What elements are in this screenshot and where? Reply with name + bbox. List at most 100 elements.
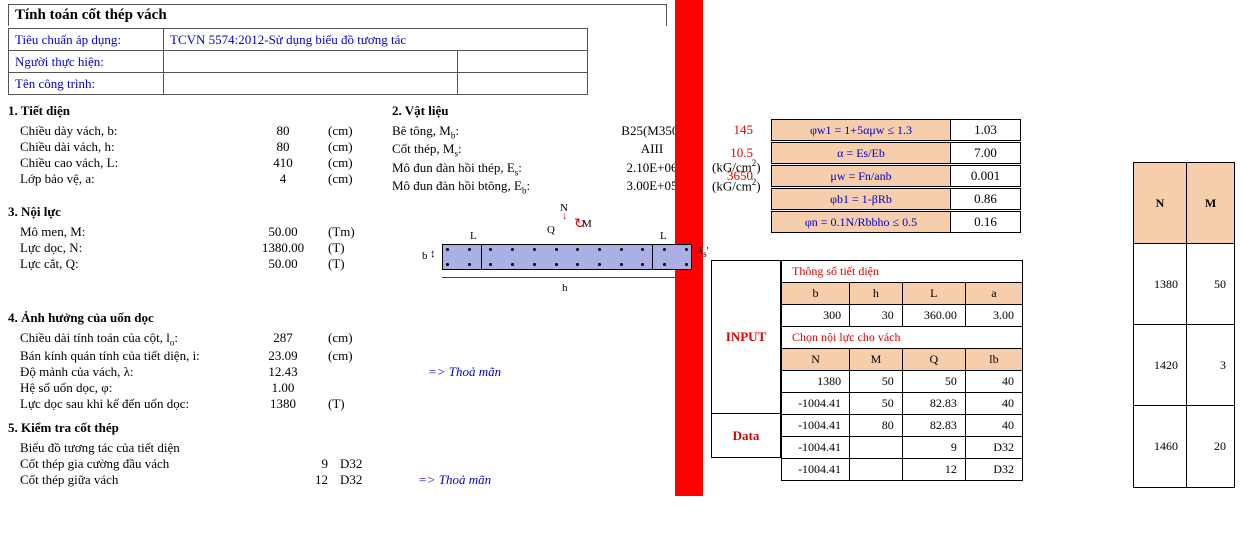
- L-unit: (cm): [328, 155, 388, 171]
- h-val: 80: [238, 139, 328, 155]
- section-1: 1. Tiết diện: [8, 103, 388, 119]
- lo-val: 287: [238, 330, 328, 346]
- M-label: Mô men, M:: [8, 224, 238, 240]
- Q-label: Lực cắt, Q:: [8, 256, 238, 272]
- col-N: N: [782, 349, 850, 371]
- col-M: M: [850, 349, 903, 371]
- force-cell[interactable]: 50: [902, 371, 965, 393]
- force-cell[interactable]: 1380: [782, 371, 850, 393]
- input-table: Thông số tiết diện b h L a 300 30 360.00…: [781, 260, 1023, 481]
- project-label: Tên công trình:: [9, 73, 164, 95]
- data-cell[interactable]: [850, 437, 903, 459]
- mid-n: 12: [238, 472, 328, 488]
- coef-formula: φw1 = 1+5αμw ≤ 1.3: [771, 119, 951, 141]
- data-cell[interactable]: 9: [902, 437, 965, 459]
- side-cell: 3: [1187, 325, 1235, 406]
- side-cell: 1460: [1133, 406, 1186, 487]
- L-val: 410: [238, 155, 328, 171]
- coef-formula: μw = Fn/anb: [771, 165, 951, 187]
- project-value[interactable]: [164, 73, 458, 95]
- coef-value: 0.86: [951, 188, 1021, 210]
- lo-unit: (cm): [328, 330, 388, 346]
- lambda-note: => Thoả mãn: [428, 364, 501, 380]
- es-label: Mô đun đàn hồi thép, Es:: [392, 160, 592, 178]
- end-d: D32: [328, 456, 388, 472]
- sec-L[interactable]: 360.00: [902, 305, 965, 327]
- dim-b: b: [422, 250, 428, 262]
- i-label: Bán kính quán tính của tiết diện, i:: [8, 348, 238, 364]
- end-label: Cốt thép gia cường đầu vách: [8, 456, 238, 472]
- force-cell[interactable]: 40: [965, 415, 1022, 437]
- section-3: 3. Nội lực: [8, 204, 388, 220]
- person-label: Người thực hiện:: [9, 51, 164, 73]
- page-title: Tính toán cốt thép vách: [8, 4, 667, 26]
- mid-label: Cốt thép giữa vách: [8, 472, 238, 488]
- data-cell[interactable]: D32: [965, 459, 1022, 481]
- col-lb: lb: [965, 349, 1022, 371]
- right-panel: 145φw1 = 1+5αμw ≤ 1.31.0310.5α = Es/Eb7.…: [703, 0, 1243, 496]
- sec-h[interactable]: 30: [850, 305, 903, 327]
- diag-label: Biểu đồ tương tác của tiết diện: [8, 440, 238, 456]
- neff-unit: (T): [328, 396, 388, 412]
- data-cell[interactable]: D32: [965, 437, 1022, 459]
- data-cell[interactable]: -1004.41: [782, 459, 850, 481]
- section-diagram: N M Q ↓ ↻ L L b ↕ As As' h: [412, 202, 722, 302]
- moment-icon: ↻: [574, 216, 586, 233]
- sec-b[interactable]: 300: [782, 305, 850, 327]
- col-L: L: [902, 283, 965, 305]
- force-cell[interactable]: 82.83: [902, 393, 965, 415]
- N-val: 1380.00: [238, 240, 328, 256]
- sec-header: Thông số tiết diện: [782, 261, 1023, 283]
- h-dimline-icon: [442, 277, 692, 278]
- force-cell[interactable]: -1004.41: [782, 393, 850, 415]
- b-label: Chiều dày vách, b:: [8, 123, 238, 139]
- side-cell: 1420: [1133, 325, 1186, 406]
- col-a: a: [965, 283, 1022, 305]
- data-cell[interactable]: -1004.41: [782, 437, 850, 459]
- dim-Asp: As': [696, 246, 709, 259]
- data-cell[interactable]: [850, 459, 903, 481]
- N-label: Lực dọc, N:: [8, 240, 238, 256]
- coef-formula: α = Es/Eb: [771, 142, 951, 164]
- std-value: TCVN 5574:2012-Sử dụng biểu đồ tương tác: [164, 29, 588, 51]
- force-cell[interactable]: 50: [850, 393, 903, 415]
- dim-L-right: L: [660, 230, 667, 242]
- force-cell[interactable]: 40: [965, 371, 1022, 393]
- side-cell: 50: [1187, 244, 1235, 325]
- phi-val: 1.00: [238, 380, 328, 396]
- a-label: Lớp bảo vệ, a:: [8, 171, 238, 187]
- M-unit: (Tm): [328, 224, 388, 240]
- mb-label: Bê tông, Mb:: [392, 123, 592, 141]
- arrow-icon: ↓: [562, 210, 568, 222]
- force-cell[interactable]: 80: [850, 415, 903, 437]
- person-value[interactable]: [164, 51, 458, 73]
- side-table: NM 13805014203146020: [1133, 162, 1235, 488]
- section-5: 5. Kiểm tra cốt thép: [8, 420, 667, 436]
- data-cell[interactable]: 12: [902, 459, 965, 481]
- mid-note: => Thoả mãn: [418, 472, 491, 488]
- coef-num: 10.5: [711, 145, 771, 161]
- force-cell[interactable]: 50: [850, 371, 903, 393]
- coef-formula: φn = 0.1N/Rbbho ≤ 0.5: [771, 211, 951, 233]
- col-b: b: [782, 283, 850, 305]
- coef-value: 1.03: [951, 119, 1021, 141]
- i-val: 23.09: [238, 348, 328, 364]
- side-col-N: N: [1133, 163, 1186, 244]
- force-cell[interactable]: 40: [965, 393, 1022, 415]
- eb-label: Mô đun đàn hồi btông, Eb:: [392, 178, 592, 196]
- sec-a[interactable]: 3.00: [965, 305, 1022, 327]
- mid-d: D32: [328, 472, 388, 488]
- coef-num: 3650: [711, 168, 771, 184]
- col-Q: Q: [902, 349, 965, 371]
- beam-icon: [442, 244, 692, 270]
- force-cell[interactable]: 82.83: [902, 415, 965, 437]
- force-cell[interactable]: -1004.41: [782, 415, 850, 437]
- a-unit: (cm): [328, 171, 388, 187]
- L-label: Chiều cao vách, L:: [8, 155, 238, 171]
- info-table: Tiêu chuẩn áp dụng: TCVN 5574:2012-Sử dụ…: [8, 28, 588, 95]
- h-label: Chiều dài vách, h:: [8, 139, 238, 155]
- std-label: Tiêu chuẩn áp dụng:: [9, 29, 164, 51]
- dim-Q: Q: [547, 224, 555, 236]
- M-val: 50.00: [238, 224, 328, 240]
- coef-formula: φb1 = 1-βRb: [771, 188, 951, 210]
